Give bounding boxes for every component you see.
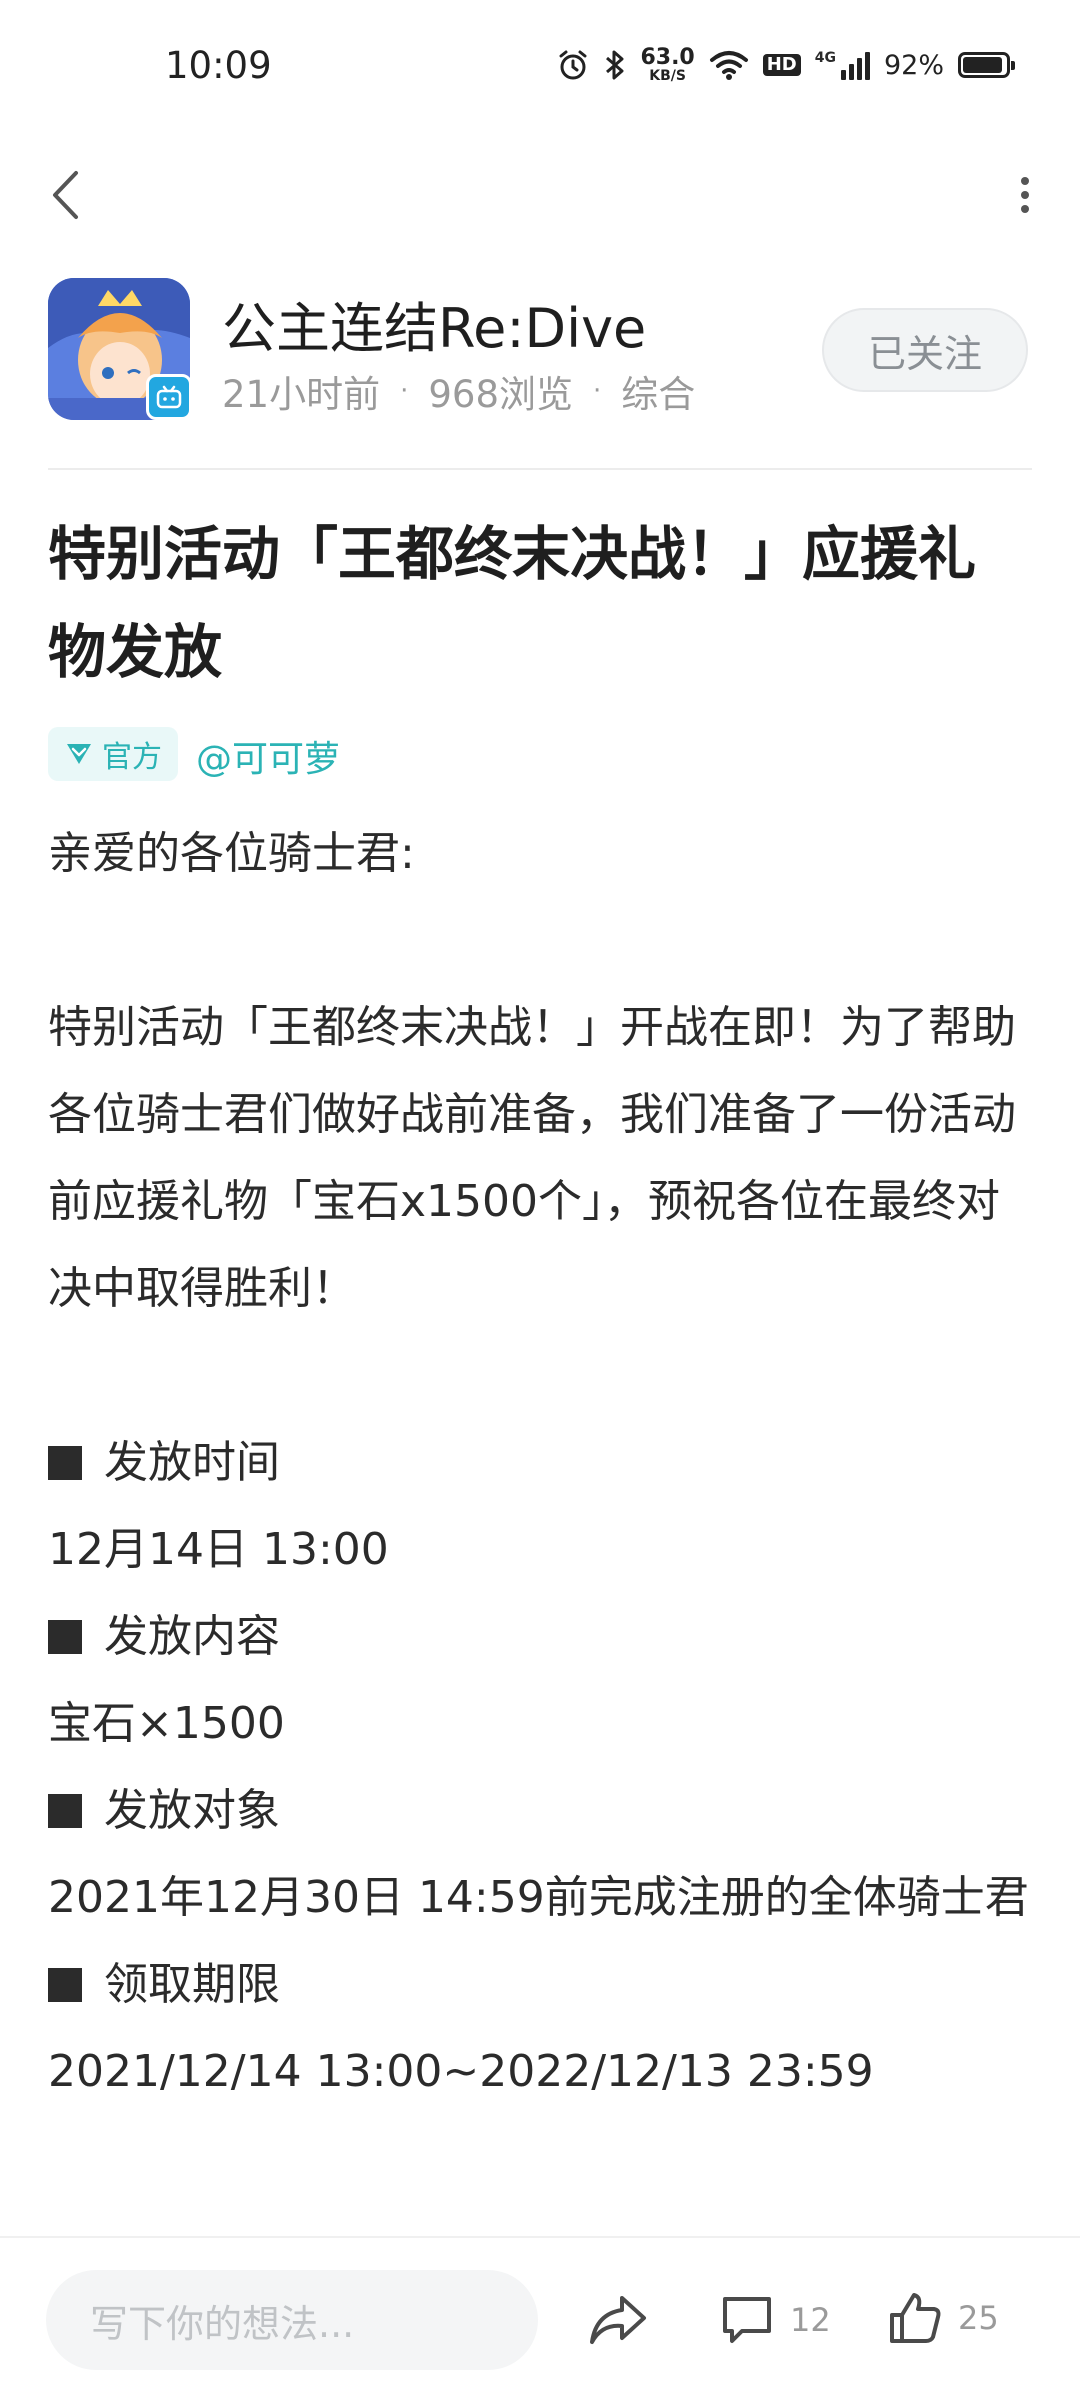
meta-separator: ·: [592, 376, 602, 406]
official-verified-icon: [67, 744, 91, 764]
post-time-ago: 21小时前: [222, 373, 381, 416]
bullet-square-icon: [48, 1793, 82, 1828]
section-heading-label: 领取期限: [104, 1959, 280, 2010]
section-value-content: 宝石×1500: [48, 1698, 285, 1749]
author-mention[interactable]: @可可萝: [196, 730, 340, 782]
post-meta: 21小时前 · 968浏览 · 综合: [222, 364, 695, 418]
post-body: 亲爱的各位骑士君: 特别活动「王都终末决战！」开战在即！为了帮助各位骑士君们做好…: [48, 810, 1032, 2115]
comment-input[interactable]: 写下你的想法...: [46, 2270, 538, 2370]
comment-icon: [723, 2297, 771, 2343]
back-arrow-icon: [53, 171, 78, 219]
like-count: 25: [958, 2299, 999, 2337]
wifi-icon: [709, 51, 748, 80]
alarm-icon: [559, 50, 587, 80]
section-heading-label: 发放时间: [104, 1437, 280, 1488]
bullet-square-icon: [48, 1619, 82, 1654]
post-category[interactable]: 综合: [621, 364, 695, 418]
network-speed: 63.0 KB/S: [640, 45, 695, 84]
battery-percent: 92%: [883, 49, 944, 81]
more-options-button[interactable]: [1000, 155, 1050, 235]
bullet-square-icon: [48, 1967, 82, 2002]
section-value-target: 2021年12月30日 14:59前完成注册的全体骑士君: [48, 1872, 1029, 1923]
section-heading-deadline: 领取期限: [48, 1941, 1032, 2028]
follow-button[interactable]: 已关注: [822, 308, 1028, 392]
section-value-time: 12月14日 13:00: [48, 1524, 389, 1575]
like-button[interactable]: 25: [888, 2286, 999, 2350]
bullet-square-icon: [48, 1445, 82, 1480]
signal-icon: 4G: [815, 50, 870, 80]
hd-badge: HD: [762, 54, 801, 76]
section-heading-time: 发放时间: [48, 1419, 1032, 1506]
network-speed-unit: KB/S: [649, 68, 686, 84]
signal-label: 4G: [814, 50, 836, 66]
bluetooth-icon: [606, 50, 624, 80]
more-vertical-icon: [1021, 177, 1029, 213]
share-button[interactable]: [588, 2292, 648, 2348]
header-divider: [48, 468, 1032, 470]
official-badge: 官方: [48, 727, 178, 781]
like-icon: [890, 2293, 941, 2343]
network-speed-value: 63.0: [640, 45, 695, 70]
greeting: 亲爱的各位骑士君:: [48, 828, 415, 879]
channel-name[interactable]: 公主连结Re:Dive: [222, 284, 646, 363]
comment-placeholder: 写下你的想法...: [90, 2301, 355, 2346]
post-views: 968浏览: [428, 373, 573, 416]
status-icons: 63.0 KB/S HD 4G 92%: [556, 42, 1015, 88]
bilibili-tv-glyph: [156, 385, 182, 409]
bottom-bar-divider: [0, 2236, 1080, 2238]
share-icon: [590, 2296, 646, 2344]
comment-count: 12: [790, 2301, 831, 2339]
battery-icon: [958, 52, 1015, 78]
status-bar: 10:09 63.0 KB/S HD 4G 92%: [0, 0, 1080, 135]
post-title: 特别活动「王都终末决战！」应援礼物发放: [48, 520, 977, 686]
comment-button[interactable]: 12: [720, 2290, 831, 2350]
status-time: 10:09: [165, 44, 272, 87]
bilibili-badge-icon: [146, 374, 192, 420]
section-value-deadline: 2021/12/14 13:00~2022/12/13 23:59: [48, 2046, 874, 2097]
section-heading-label: 发放对象: [104, 1785, 280, 1836]
section-heading-label: 发放内容: [104, 1611, 280, 1662]
section-heading-target: 发放对象: [48, 1767, 1032, 1854]
section-heading-content: 发放内容: [48, 1593, 1032, 1680]
official-label: 官方: [102, 740, 162, 775]
intro-paragraph: 特别活动「王都终末决战！」开战在即！为了帮助各位骑士君们做好战前准备，我们准备了…: [48, 1002, 1016, 1314]
back-button[interactable]: [40, 155, 90, 235]
meta-separator: ·: [400, 376, 409, 406]
